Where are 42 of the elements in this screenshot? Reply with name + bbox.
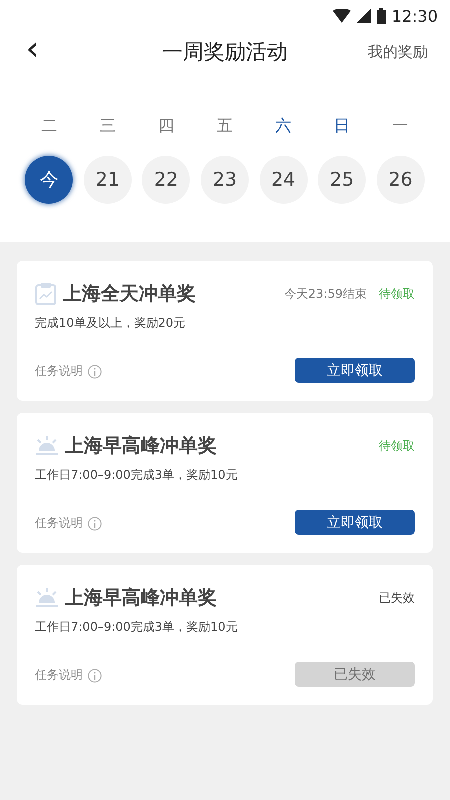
task-title: 上海早高峰冲单奖 xyxy=(65,434,218,459)
weekday-label: 日 xyxy=(334,116,350,137)
deadline-text: 今天23:59结束 xyxy=(284,286,367,302)
page-title: 一周奖励活动 xyxy=(162,40,288,64)
clipboard-chart-icon xyxy=(35,282,57,306)
date-button[interactable]: 24 xyxy=(260,156,308,204)
task-description: 工作日7:00–9:00完成3单，奖励10元 xyxy=(35,619,239,636)
task-info-link[interactable]: 任务说明 xyxy=(35,515,83,532)
status-text: 已失效 xyxy=(379,590,415,606)
status-text: 待领取 xyxy=(379,286,415,302)
task-info-link[interactable]: 任务说明 xyxy=(35,667,83,684)
weekday-label: 二 xyxy=(41,116,58,137)
sunrise-icon xyxy=(35,435,59,457)
signal-icon xyxy=(356,9,371,23)
wifi-icon xyxy=(332,9,351,23)
claim-button[interactable]: 立即领取 xyxy=(295,358,415,383)
my-rewards-link[interactable]: 我的奖励 xyxy=(368,42,428,62)
date-button[interactable]: 23 xyxy=(200,156,249,204)
task-title: 上海早高峰冲单奖 xyxy=(65,586,218,611)
task-description: 工作日7:00–9:00完成3单，奖励10元 xyxy=(35,467,239,484)
status-text: 待领取 xyxy=(379,438,415,454)
info-icon[interactable] xyxy=(88,516,102,530)
weekday-label: 三 xyxy=(100,116,116,137)
date-button[interactable]: 22 xyxy=(142,156,190,204)
task-description: 完成10单及以上，奖励20元 xyxy=(35,315,187,332)
weekday-label: 四 xyxy=(158,116,174,137)
date-button[interactable]: 今 xyxy=(25,156,74,204)
weekday-label: 一 xyxy=(392,116,409,137)
weekday-label: 五 xyxy=(216,116,233,137)
date-button[interactable]: 26 xyxy=(376,156,425,204)
task-title: 上海全天冲单奖 xyxy=(63,282,197,307)
claim-button[interactable]: 立即领取 xyxy=(295,510,415,535)
back-button[interactable]: ‹ xyxy=(22,32,44,66)
date-button[interactable]: 25 xyxy=(318,156,366,204)
sunrise-icon xyxy=(35,587,59,609)
task-info-link[interactable]: 任务说明 xyxy=(35,363,83,380)
info-icon[interactable] xyxy=(88,364,102,378)
battery-icon xyxy=(376,8,386,24)
clock-time: 12:30 xyxy=(392,6,438,26)
date-button[interactable]: 21 xyxy=(84,156,132,204)
info-icon[interactable] xyxy=(88,668,102,682)
weekday-label: 六 xyxy=(276,116,292,137)
